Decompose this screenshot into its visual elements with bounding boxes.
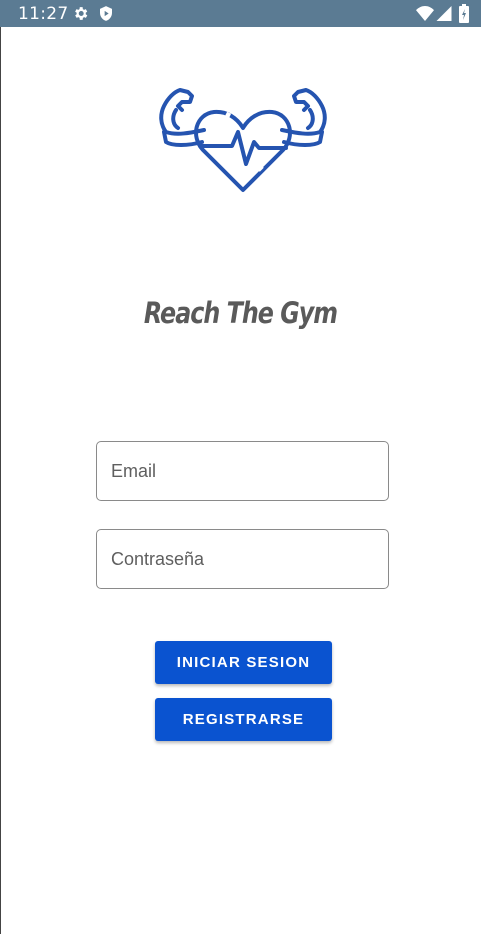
battery-icon xyxy=(459,4,469,23)
heart-muscle-arms-icon xyxy=(159,88,327,192)
email-field[interactable] xyxy=(96,441,389,501)
status-bar: 11:27 xyxy=(0,0,481,27)
wifi-icon xyxy=(416,6,434,21)
cell-signal-icon xyxy=(436,6,452,21)
status-time: 11:27 xyxy=(18,4,69,24)
password-input[interactable] xyxy=(97,530,388,588)
play-protect-icon xyxy=(100,6,112,21)
register-button[interactable]: REGISTRARSE xyxy=(155,698,332,741)
password-field[interactable] xyxy=(96,529,389,589)
login-button[interactable]: INICIAR SESION xyxy=(155,641,332,684)
window-edge xyxy=(0,27,1,934)
settings-icon xyxy=(75,7,88,20)
login-screen: 11:27 Reach The Gym Email INICIAR SESION… xyxy=(0,0,481,934)
app-title: Reach The Gym xyxy=(143,296,338,330)
email-input[interactable] xyxy=(97,442,388,500)
